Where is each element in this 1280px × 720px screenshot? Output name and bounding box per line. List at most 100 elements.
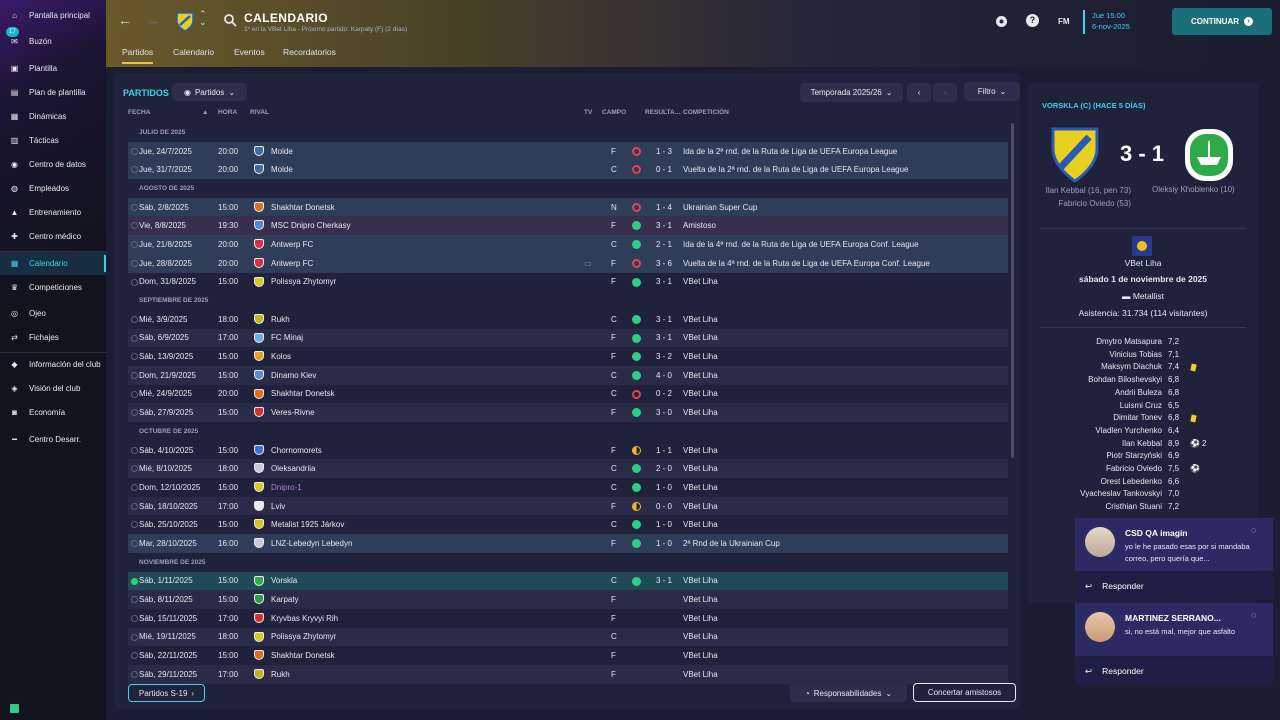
- match-result[interactable]: 1 - 4: [656, 203, 672, 212]
- competition-name[interactable]: VBet Liha: [683, 371, 718, 380]
- responsibilities-button[interactable]: ◔ Responsabilidades ⌄: [790, 684, 907, 702]
- opponent-name[interactable]: Shakhtar Donetsk: [271, 651, 335, 660]
- row-select-icon[interactable]: [131, 315, 138, 323]
- opponent-name[interactable]: Shakhtar Donetsk: [271, 203, 335, 212]
- table-row[interactable]: Dom, 31/8/2025 15:00 Polissya Zhytomyr F 3 -…: [128, 273, 1008, 292]
- competition-name[interactable]: VBet Liha: [683, 352, 718, 361]
- row-select-icon[interactable]: [131, 409, 138, 417]
- opponent-name[interactable]: Karpaty: [271, 595, 299, 604]
- player-name[interactable]: Fabricio Oviedo: [1106, 464, 1162, 473]
- sidebar-item-dinámicas[interactable]: ▦ Dinámicas: [0, 104, 106, 128]
- competition-name[interactable]: VBet Liha: [683, 502, 718, 511]
- tab-eventos[interactable]: Eventos: [234, 47, 265, 57]
- competition-name[interactable]: VBet Liha: [683, 595, 718, 604]
- club-switch-icon[interactable]: ⌃ ⌄: [199, 10, 207, 27]
- player-name[interactable]: Dmytro Matsapura: [1096, 337, 1162, 346]
- opponent-name[interactable]: Dinamo Kiev: [271, 371, 316, 380]
- player-rating-row[interactable]: Vladlen Yurchenko 6,4: [1028, 426, 1258, 438]
- opponent-name[interactable]: Polissya Zhytomyr: [271, 277, 336, 286]
- row-select-icon[interactable]: [131, 465, 138, 473]
- table-row[interactable]: Sáb, 25/10/2025 15:00 Metalist 1925 Járkov…: [128, 515, 1008, 534]
- row-select-icon[interactable]: [131, 241, 138, 249]
- match-result[interactable]: 3 - 2: [656, 352, 672, 361]
- u19-matches-button[interactable]: Partidos S-19 ›: [128, 684, 205, 702]
- col-date[interactable]: FECHA: [128, 109, 150, 116]
- player-rating-row[interactable]: Andrii Buleza 6,8: [1028, 388, 1258, 400]
- table-row[interactable]: Sáb, 29/11/2025 17:00 Rukh F VBet Liha: [128, 664, 1008, 684]
- sidebar-item-visión-del-club[interactable]: ◈ Visión del club: [0, 376, 106, 400]
- sort-arrow-icon[interactable]: ▲: [202, 109, 208, 116]
- player-name[interactable]: Piotr Starzyński: [1106, 451, 1162, 460]
- row-select-icon[interactable]: [131, 670, 138, 678]
- opponent-name[interactable]: Shakhtar Donetsk: [271, 389, 335, 398]
- row-select-icon[interactable]: [131, 390, 138, 398]
- table-row[interactable]: Jue, 31/7/2025 20:00 Molde C 0 - 1 Vuelta de …: [128, 160, 1008, 180]
- table-row[interactable]: Mié, 3/9/2025 18:00 Rukh C 3 - 1 VBet Liha: [128, 310, 1008, 329]
- match-result[interactable]: 3 - 1: [656, 315, 672, 324]
- back-arrow-icon[interactable]: ←: [118, 12, 132, 28]
- opponent-name[interactable]: Polissya Zhytomyr: [271, 632, 336, 641]
- next-season-button[interactable]: ›: [933, 83, 957, 102]
- reply-button[interactable]: ↩ Responder: [1075, 572, 1273, 600]
- opponent-name[interactable]: Oleksandriia: [271, 464, 315, 473]
- view-dropdown[interactable]: ◉ Partidos ⌄: [172, 83, 247, 101]
- row-select-icon[interactable]: [131, 166, 138, 174]
- season-dropdown[interactable]: Temporada 2025/26 ⌄: [800, 83, 903, 102]
- row-select-icon[interactable]: [131, 652, 138, 660]
- match-result[interactable]: 3 - 1: [656, 576, 672, 585]
- search-icon[interactable]: [224, 14, 237, 27]
- player-name[interactable]: Maksym Diachuk: [1101, 362, 1162, 371]
- table-row[interactable]: Sáb, 18/10/2025 17:00 Lviv F 0 - 0 VBet Liha: [128, 496, 1008, 516]
- row-select-icon[interactable]: [131, 147, 138, 155]
- row-select-icon[interactable]: [131, 278, 138, 286]
- opponent-name[interactable]: Lviv: [271, 502, 285, 511]
- opponent-name[interactable]: Vorskla: [271, 576, 297, 585]
- opponent-name[interactable]: Metalist 1925 Járkov: [271, 520, 344, 529]
- match-result[interactable]: 1 - 0: [656, 539, 672, 548]
- player-name[interactable]: Dimitar Tonev: [1113, 413, 1162, 422]
- competition-name[interactable]: VBet Liha: [683, 483, 718, 492]
- competition-name[interactable]: VBet Liha: [683, 389, 718, 398]
- sidebar-item-ojeo[interactable]: ◎ Ojeo: [0, 301, 106, 325]
- opponent-name[interactable]: LNZ-Lebedyn Lebedyn: [271, 539, 352, 548]
- match-result[interactable]: 2 - 0: [656, 464, 672, 473]
- opponent-name[interactable]: Kolos: [271, 352, 291, 361]
- col-opponent[interactable]: RIVAL: [250, 109, 269, 116]
- row-select-icon[interactable]: [131, 596, 138, 604]
- player-rating-row[interactable]: Vyacheslav Tankovskyi 7,0: [1028, 489, 1258, 501]
- match-result[interactable]: 3 - 1: [656, 333, 672, 342]
- match-result[interactable]: 0 - 1: [656, 165, 672, 174]
- player-rating-row[interactable]: Bohdan Biloshevskyi 6,8: [1028, 375, 1258, 387]
- match-result[interactable]: 3 - 6: [656, 259, 672, 268]
- match-result[interactable]: 1 - 0: [656, 483, 672, 492]
- match-heading[interactable]: VORSKLA (C) (HACE 5 DÍAS): [1042, 101, 1145, 110]
- competition-name[interactable]: VBet Liha: [683, 464, 718, 473]
- arrange-friendlies-button[interactable]: Concertar amistosos: [913, 683, 1016, 702]
- col-time[interactable]: HORA: [218, 109, 237, 116]
- competition-name[interactable]: VBet Liha: [683, 651, 718, 660]
- competition-name[interactable]: VBet Liha: [683, 520, 718, 529]
- match-result[interactable]: 3 - 1: [656, 277, 672, 286]
- row-select-icon[interactable]: [131, 446, 138, 454]
- player-name[interactable]: Vinicius Tobias: [1109, 350, 1162, 359]
- sidebar-item-tácticas[interactable]: ▥ Tácticas: [0, 128, 106, 152]
- opponent-name[interactable]: Antwerp FC: [271, 259, 313, 268]
- help-icon[interactable]: ?: [1026, 14, 1039, 27]
- player-name[interactable]: Orest Lebedenko: [1101, 477, 1162, 486]
- table-row[interactable]: Sáb, 1/11/2025 15:00 Vorskla C 3 - 1 VBet Lih…: [128, 571, 1008, 591]
- scrollbar[interactable]: [1011, 123, 1014, 458]
- row-select-icon[interactable]: [131, 540, 138, 548]
- competition-name[interactable]: VBet Liha: [683, 670, 718, 679]
- row-select-icon[interactable]: [131, 222, 138, 230]
- competition-name[interactable]: Ida de la 2ª rnd. de la Ruta de Liga de …: [683, 147, 897, 156]
- player-name[interactable]: Vyacheslav Tankovskyi: [1080, 489, 1162, 498]
- row-select-icon[interactable]: [131, 334, 138, 342]
- match-result[interactable]: 2 - 1: [656, 240, 672, 249]
- sidebar-item-centro-desarr-[interactable]: ━ Centro Desarr.: [0, 427, 106, 451]
- table-row[interactable]: Vie, 8/8/2025 19:30 MSC Dnipro Cherkasy F 3 …: [128, 216, 1008, 236]
- opponent-name[interactable]: MSC Dnipro Cherkasy: [271, 221, 351, 230]
- player-rating-row[interactable]: Luismi Cruz 6,5: [1028, 401, 1258, 413]
- match-result[interactable]: 3 - 0: [656, 408, 672, 417]
- competition-name[interactable]: 2ª Rnd de la Ukrainian Cup: [683, 539, 780, 548]
- player-rating-row[interactable]: Fabricio Oviedo 7,5 ⚽: [1028, 464, 1258, 476]
